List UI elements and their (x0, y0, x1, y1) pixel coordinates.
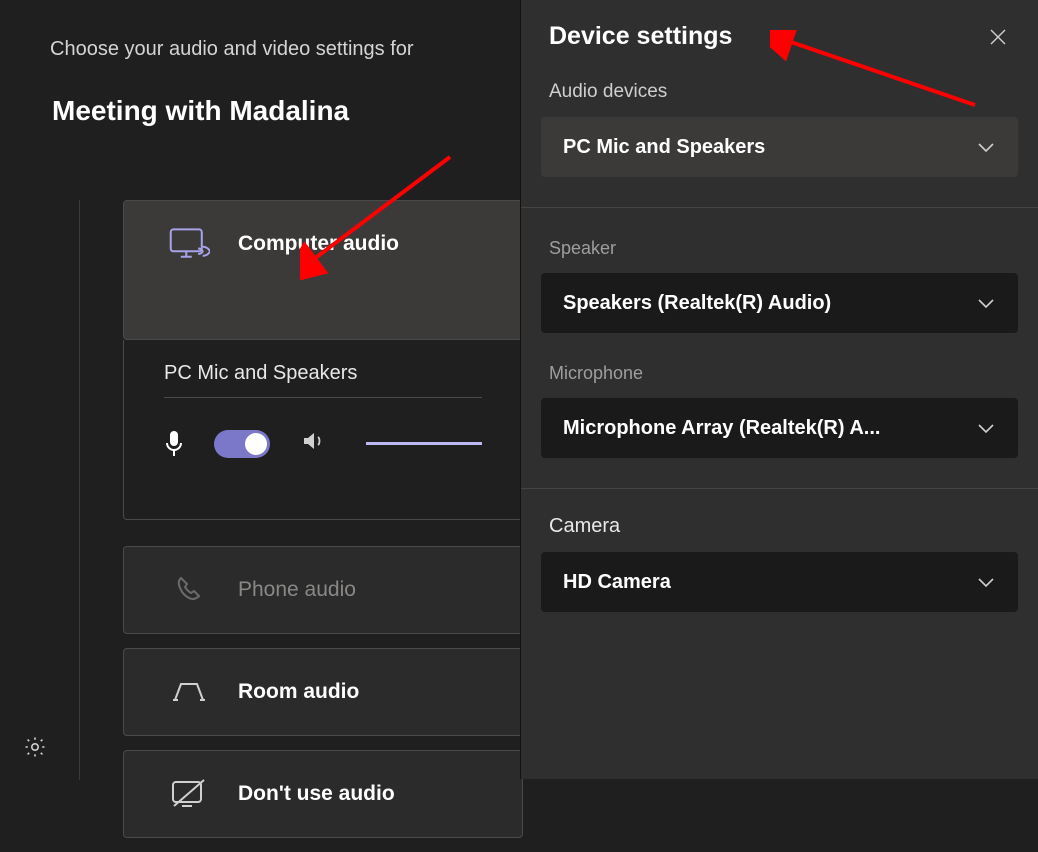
microphone-value: Microphone Array (Realtek(R) A... (563, 417, 892, 440)
microphone-section-label: Microphone (521, 363, 1038, 398)
monitor-off-icon (168, 778, 210, 810)
speaker-section-label: Speaker (521, 238, 1038, 273)
camera-section-label: Camera (521, 515, 1038, 552)
mic-toggle[interactable] (214, 430, 270, 458)
option-computer-audio-label: Computer audio (238, 232, 399, 256)
option-phone-audio[interactable]: Phone audio (123, 546, 523, 634)
chevron-down-icon (976, 140, 996, 154)
close-icon (989, 28, 1007, 46)
chevron-down-icon (976, 575, 996, 589)
camera-value: HD Camera (563, 571, 683, 594)
audio-device-dropdown[interactable]: PC Mic and Speakers (541, 117, 1018, 177)
audio-device-value: PC Mic and Speakers (563, 136, 777, 159)
gear-icon (23, 735, 47, 759)
camera-dropdown[interactable]: HD Camera (541, 552, 1018, 612)
phone-icon (168, 573, 210, 607)
selected-device-panel: PC Mic and Speakers (123, 340, 523, 520)
option-room-audio-label: Room audio (238, 680, 359, 704)
option-no-audio-label: Don't use audio (238, 782, 395, 806)
prejoin-subtitle: Choose your audio and video settings for (50, 38, 414, 61)
speaker-dropdown[interactable]: Speakers (Realtek(R) Audio) (541, 273, 1018, 333)
chevron-down-icon (976, 421, 996, 435)
chevron-down-icon (976, 296, 996, 310)
volume-slider[interactable] (366, 442, 482, 445)
left-rail (0, 200, 80, 780)
audio-devices-section-label: Audio devices (521, 81, 1038, 117)
speaker-value: Speakers (Realtek(R) Audio) (563, 292, 843, 315)
option-computer-audio[interactable]: Computer audio (123, 200, 523, 340)
microphone-dropdown[interactable]: Microphone Array (Realtek(R) A... (541, 398, 1018, 458)
option-room-audio[interactable]: Room audio (123, 648, 523, 736)
panel-title: Device settings (549, 22, 732, 51)
monitor-speaker-icon (168, 224, 210, 264)
device-settings-panel: Device settings Audio devices PC Mic and… (520, 0, 1038, 779)
settings-gear-button[interactable] (22, 734, 48, 760)
option-no-audio[interactable]: Don't use audio (123, 750, 523, 838)
room-icon (168, 678, 210, 706)
prejoin-title: Meeting with Madalina (52, 95, 349, 127)
speaker-icon (300, 428, 326, 459)
selected-device-label: PC Mic and Speakers (164, 362, 482, 385)
microphone-icon (164, 430, 184, 458)
close-button[interactable] (986, 25, 1010, 49)
option-phone-audio-label: Phone audio (238, 578, 356, 602)
